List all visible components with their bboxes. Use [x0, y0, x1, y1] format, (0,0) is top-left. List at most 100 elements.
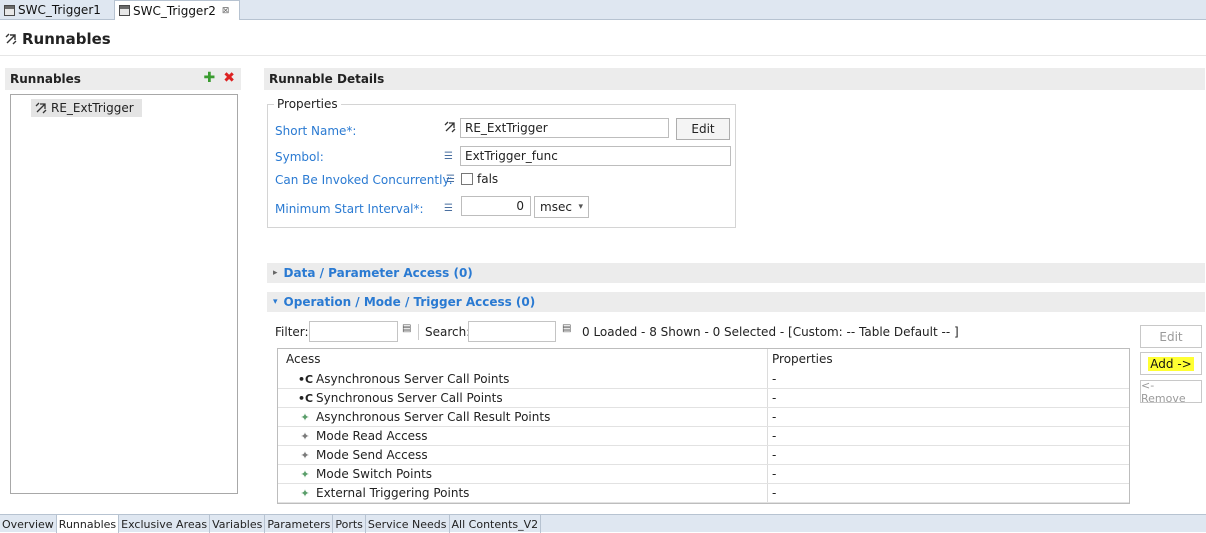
column-header-properties[interactable]: Properties: [772, 352, 833, 366]
delete-icon[interactable]: ✖: [223, 71, 235, 85]
row-properties: -: [772, 410, 777, 424]
async-server-call-icon: •C: [298, 372, 314, 386]
result-point-icon: ✦: [300, 410, 310, 424]
remove-access-button[interactable]: <- Remove: [1140, 379, 1202, 405]
runnables-header-label: Runnables: [10, 72, 81, 86]
concurrent-label[interactable]: Can Be Invoked Concurrently:: [275, 173, 453, 187]
concurrent-value: fals: [477, 172, 499, 186]
editor-tab-bar: SWC_Trigger1 SWC_Trigger2 ⊠: [0, 0, 1206, 20]
row-name: Mode Read Access: [316, 429, 428, 443]
tab-variables[interactable]: Variables: [210, 515, 266, 533]
list-item-label: RE_ExtTrigger: [51, 101, 134, 115]
row-properties: -: [772, 391, 777, 405]
page-title: Runnables: [5, 30, 111, 48]
row-properties: -: [772, 448, 777, 462]
chevron-down-icon: ▾: [578, 202, 583, 212]
row-name: Mode Send Access: [316, 448, 428, 462]
symbol-field[interactable]: ExtTrigger_func: [460, 146, 731, 166]
tab-exclusive-areas[interactable]: Exclusive Areas: [119, 515, 211, 533]
row-properties: -: [772, 467, 777, 481]
mode-send-icon: ✦: [300, 448, 310, 462]
operation-access-label: Operation / Mode / Trigger Access (0): [283, 295, 536, 309]
list-icon: ☰: [444, 203, 453, 214]
divider: [0, 55, 1206, 56]
table-status-text: 0 Loaded - 8 Shown - 0 Selected - [Custo…: [582, 325, 959, 339]
tab-overview[interactable]: Overview: [0, 515, 57, 533]
tab-all-contents[interactable]: All Contents_V2: [450, 515, 542, 533]
short-name-label[interactable]: Short Name*:: [275, 124, 356, 138]
short-name-field[interactable]: RE_ExtTrigger: [460, 118, 669, 138]
interval-unit-select[interactable]: msec ▾: [534, 196, 589, 218]
list-icon: ☰: [446, 174, 455, 185]
runnables-actions: ✚ ✖: [204, 71, 235, 85]
editor-tab-label: SWC_Trigger1: [18, 3, 101, 17]
runnables-section-header: Runnables ✚ ✖: [5, 68, 241, 90]
clear-search-icon[interactable]: ▤: [562, 323, 576, 337]
component-icon: [4, 4, 15, 16]
tab-service-needs[interactable]: Service Needs: [366, 515, 450, 533]
filter-input[interactable]: [309, 321, 398, 342]
tab-runnables[interactable]: Runnables: [56, 515, 120, 533]
runnable-icon: [35, 102, 47, 114]
row-name: Asynchronous Server Call Result Points: [316, 410, 551, 424]
tab-parameters[interactable]: Parameters: [265, 515, 334, 533]
access-table[interactable]: Acess Properties •C Asynchronous Server C…: [277, 348, 1130, 504]
list-item[interactable]: RE_ExtTrigger: [31, 99, 142, 117]
mode-read-icon: ✦: [300, 429, 310, 443]
page-tab-bar: Overview Runnables Exclusive Areas Varia…: [0, 514, 1206, 533]
table-row[interactable]: ✦ Mode Read Access -: [278, 427, 1129, 446]
row-name: Mode Switch Points: [316, 467, 433, 481]
row-name: Asynchronous Server Call Points: [316, 372, 510, 386]
runnable-icon: [5, 33, 17, 45]
properties-group-label: Properties: [274, 97, 341, 111]
chevron-right-icon: ▸: [273, 268, 278, 278]
runnables-list[interactable]: RE_ExtTrigger: [10, 94, 238, 494]
symbol-label[interactable]: Symbol:: [275, 150, 324, 164]
min-start-interval-field[interactable]: 0: [461, 196, 531, 216]
add-access-button[interactable]: Add ->: [1140, 352, 1202, 375]
search-label: Search:: [425, 325, 471, 339]
row-properties: -: [772, 372, 777, 386]
table-row[interactable]: •C Asynchronous Server Call Points -: [278, 370, 1129, 389]
table-row[interactable]: ✦ Mode Send Access -: [278, 446, 1129, 465]
editor-tab-swc-trigger2[interactable]: SWC_Trigger2 ⊠: [114, 0, 240, 20]
external-trigger-icon: ✦: [300, 486, 310, 500]
table-row[interactable]: •C Synchronous Server Call Points -: [278, 389, 1129, 408]
table-row[interactable]: ✦ Asynchronous Server Call Result Points …: [278, 408, 1129, 427]
filter-bar: Filter: ▤ Search: ▤ 0 Loaded - 8 Shown -…: [275, 321, 1135, 343]
concurrent-checkbox[interactable]: [461, 173, 473, 185]
data-parameter-access-label: Data / Parameter Access (0): [283, 266, 473, 280]
mode-switch-icon: ✦: [300, 467, 310, 481]
row-name: External Triggering Points: [316, 486, 470, 500]
row-name: Synchronous Server Call Points: [316, 391, 503, 405]
runnable-icon: [444, 121, 456, 133]
min-start-interval-label[interactable]: Minimum Start Interval*:: [275, 202, 424, 216]
row-properties: -: [772, 429, 777, 443]
operation-access-section[interactable]: ▾ Operation / Mode / Trigger Access (0): [267, 292, 1205, 312]
filter-label: Filter:: [275, 325, 309, 339]
column-header-access[interactable]: Acess: [286, 352, 320, 366]
row-properties: -: [772, 486, 777, 500]
close-icon[interactable]: ⊠: [222, 6, 230, 16]
runnable-details-header: Runnable Details: [264, 68, 1205, 90]
chevron-down-icon: ▾: [273, 297, 278, 307]
plus-icon[interactable]: ✚: [204, 71, 216, 85]
edit-access-button[interactable]: Edit: [1140, 325, 1202, 348]
component-icon: [119, 5, 130, 16]
data-parameter-access-section[interactable]: ▸ Data / Parameter Access (0): [267, 263, 1205, 283]
editor-tab-label: SWC_Trigger2: [133, 3, 216, 18]
table-row[interactable]: ✦ Mode Switch Points -: [278, 465, 1129, 484]
editor-tab-swc-trigger1[interactable]: SWC_Trigger1: [0, 0, 112, 20]
search-input[interactable]: [468, 321, 556, 342]
sync-server-call-icon: •C: [298, 391, 314, 405]
table-row[interactable]: ✦ External Triggering Points -: [278, 484, 1129, 503]
edit-short-name-button[interactable]: Edit: [676, 118, 730, 140]
interval-unit-value: msec: [540, 200, 572, 214]
divider: [418, 324, 419, 340]
clear-filter-icon[interactable]: ▤: [402, 323, 416, 337]
runnable-details-label: Runnable Details: [269, 72, 385, 86]
page-title-text: Runnables: [22, 30, 111, 48]
tab-ports[interactable]: Ports: [333, 515, 366, 533]
add-button-label: Add ->: [1148, 356, 1194, 371]
list-icon: ☰: [444, 151, 453, 162]
